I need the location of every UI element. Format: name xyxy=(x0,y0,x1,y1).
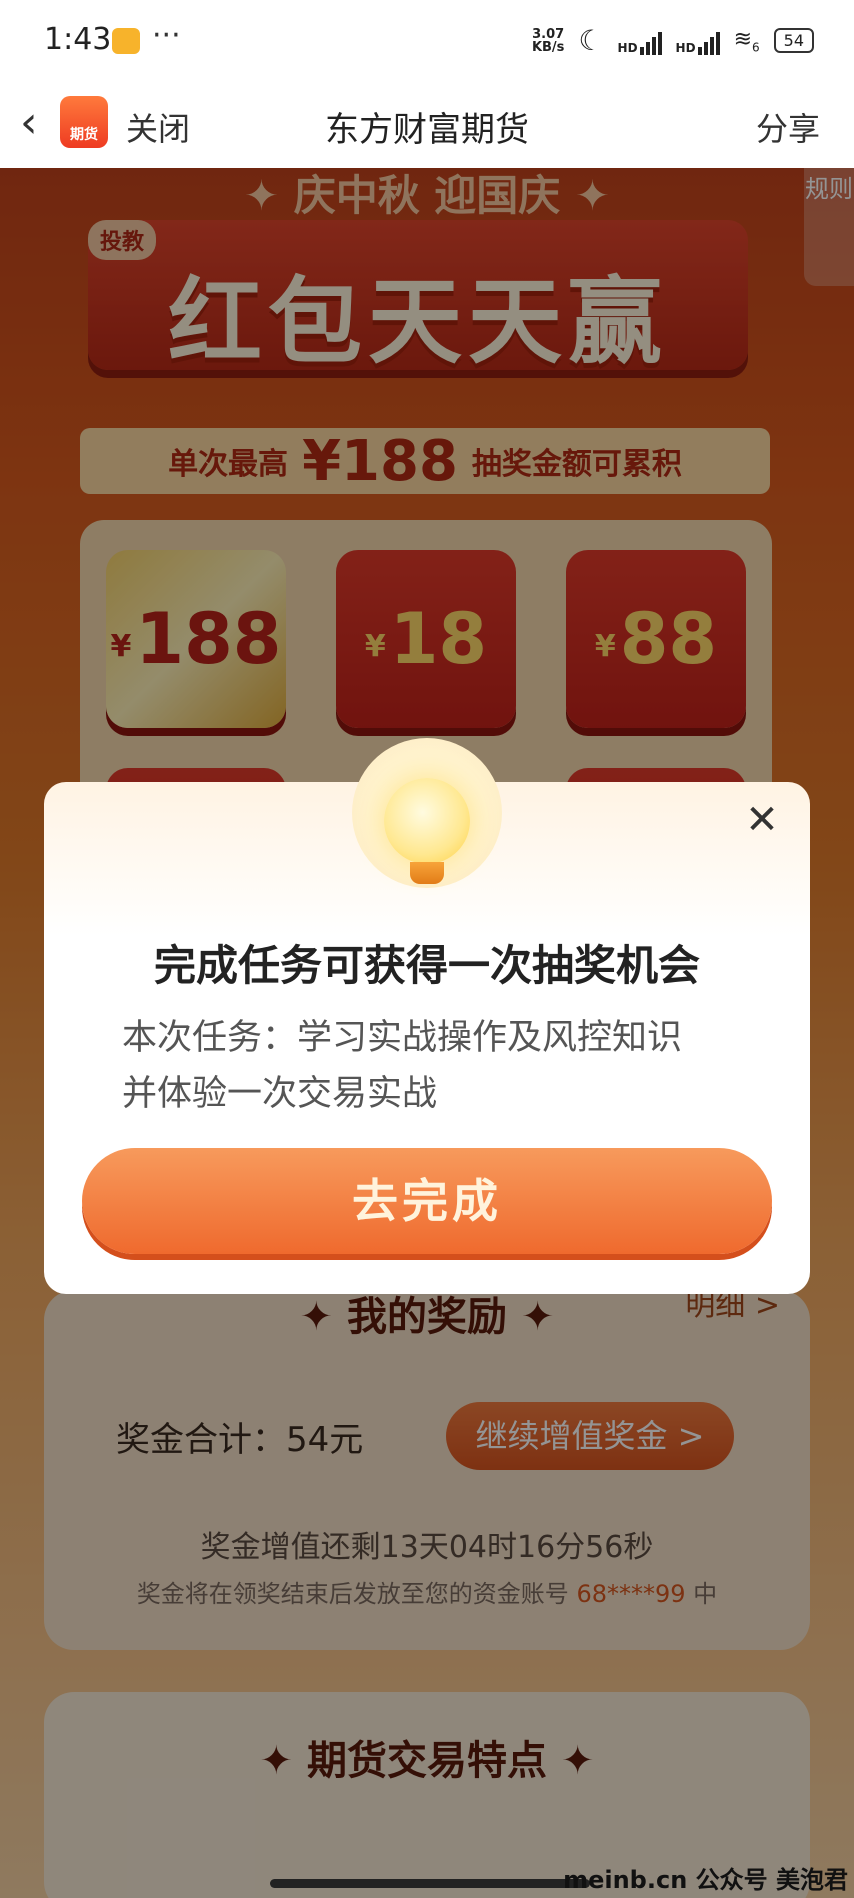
status-time: 1:43 xyxy=(44,22,112,57)
back-icon[interactable]: ‹ xyxy=(20,98,38,148)
modal-description: 本次任务：学习实战操作及风控知识 并体验一次交易实战 xyxy=(122,1018,683,1114)
signal-icon-2: HD xyxy=(676,27,720,55)
status-bar: 1:43 ··· 3.07 KB/s ☾ HD HD ≋6 54 xyxy=(0,0,854,82)
lightbulb-base xyxy=(410,862,444,884)
modal-title: 完成任务可获得一次抽奖机会 xyxy=(153,941,700,990)
close-button[interactable]: 关闭 xyxy=(126,104,190,150)
signal-icon-1: HD xyxy=(618,27,662,55)
app-logo: 期货 xyxy=(60,96,108,148)
nav-bar: ‹ 期货 关闭 东方财富期货 分享 xyxy=(0,82,854,169)
do-not-disturb-icon: ☾ xyxy=(578,24,604,57)
lightbulb-icon xyxy=(384,778,470,864)
notification-app-icon xyxy=(112,28,140,54)
more-notifications-icon: ··· xyxy=(152,18,181,53)
battery-icon: 54 xyxy=(773,28,814,53)
home-indicator[interactable] xyxy=(270,1879,590,1888)
close-icon[interactable]: ✕ xyxy=(740,798,784,842)
wifi-icon: ≋6 xyxy=(733,26,760,55)
share-button[interactable]: 分享 xyxy=(756,104,820,150)
network-speed: 3.07 KB/s xyxy=(531,26,565,55)
go-complete-button[interactable]: 去完成 xyxy=(82,1148,772,1254)
watermark: meinb.cn 公众号 美泡君 xyxy=(563,1866,848,1894)
